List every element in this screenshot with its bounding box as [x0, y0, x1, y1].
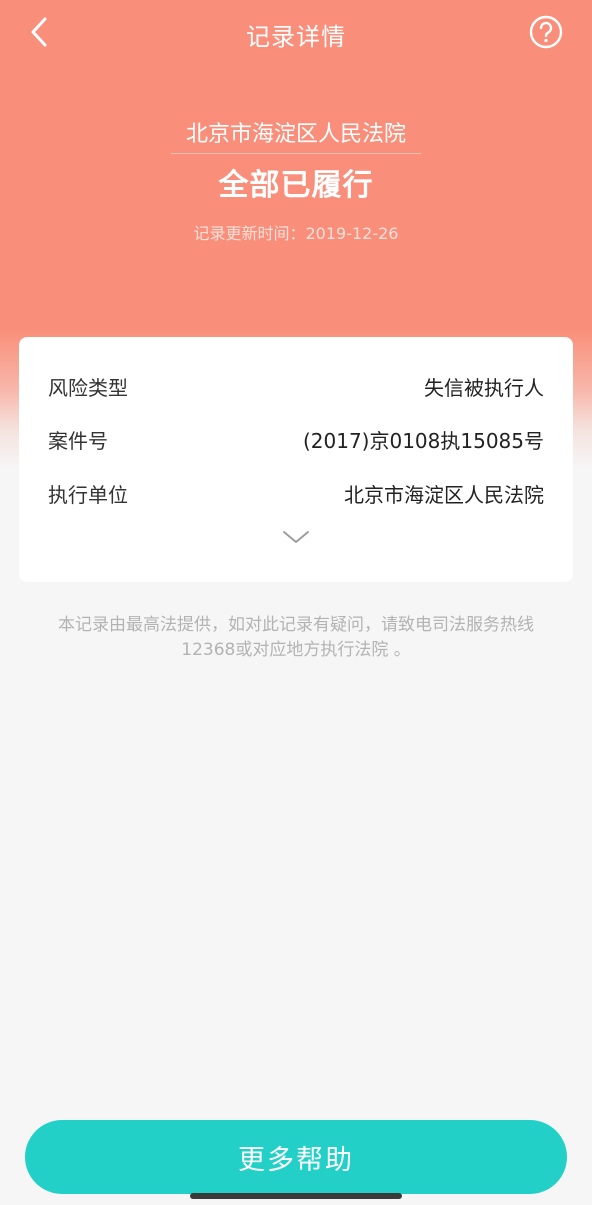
notice-text: 本记录由最高法提供，如对此记录有疑问，请致电司法服务热线12368或对应地方执行… — [58, 615, 534, 660]
detail-label: 执行单位 — [48, 483, 128, 507]
divider — [171, 153, 421, 154]
detail-row-executing-unit: 执行单位 北京市海淀区人民法院 — [48, 479, 544, 509]
help-button[interactable] — [524, 12, 568, 56]
expand-button[interactable] — [276, 527, 316, 551]
detail-row-risk-type: 风险类型 失信被执行人 — [48, 372, 544, 402]
detail-row-case-number: 案件号 (2017)京0108执15085号 — [48, 425, 544, 455]
home-indicator — [190, 1193, 402, 1199]
status-title: 全部已履行 — [218, 168, 374, 203]
detail-value: (2017)京0108执15085号 — [302, 429, 544, 453]
question-circle-icon — [528, 14, 564, 54]
nav-bar: 记录详情 — [0, 0, 592, 68]
detail-value: 北京市海淀区人民法院 — [344, 483, 544, 507]
details-card: 风险类型 失信被执行人 案件号 (2017)京0108执15085号 执行单位 … — [19, 337, 573, 582]
page-title: 记录详情 — [246, 23, 346, 51]
detail-label: 案件号 — [48, 429, 108, 453]
detail-label: 风险类型 — [48, 376, 128, 400]
detail-value: 失信被执行人 — [424, 376, 544, 400]
more-help-button[interactable]: 更多帮助 — [25, 1120, 567, 1194]
court-name: 北京市海淀区人民法院 — [185, 122, 406, 147]
update-time: 记录更新时间：2019-12-26 — [193, 224, 399, 243]
chevron-down-icon — [281, 529, 311, 549]
